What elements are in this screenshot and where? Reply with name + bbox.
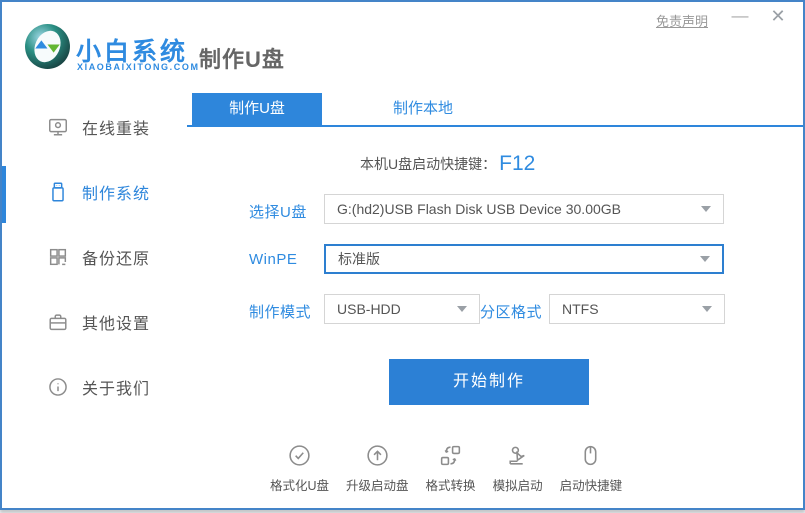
sidebar-item-label: 备份还原 [82, 251, 151, 268]
brand-domain: XIAOBAIXITONG.COM [77, 62, 200, 72]
chevron-down-icon [701, 206, 711, 212]
tool-format-convert[interactable]: 格式转换 [426, 443, 476, 494]
info-icon [47, 376, 69, 398]
sidebar-item-online-reinstall[interactable]: 在线重装 [2, 107, 187, 147]
tool-boot-hotkey[interactable]: 启动快捷键 [559, 443, 623, 494]
usb-drive-select[interactable]: G:(hd2)USB Flash Disk USB Device 30.00GB [324, 194, 724, 224]
sidebar-item-other-settings[interactable]: 其他设置 [2, 302, 187, 342]
tool-label: 升级启动盘 [346, 479, 409, 493]
partition-format-select[interactable]: NTFS [549, 294, 725, 324]
boot-hotkey-line: 本机U盘启动快捷键： F12 [360, 152, 535, 176]
sidebar-item-label: 其他设置 [82, 316, 151, 333]
boot-hotkey-value: F12 [499, 152, 536, 175]
tool-simulate-boot[interactable]: 模拟启动 [493, 443, 543, 494]
monitor-icon [47, 116, 69, 138]
sidebar-item-about-us[interactable]: 关于我们 [2, 367, 187, 407]
sidebar-item-label: 制作系统 [82, 186, 151, 203]
arrow-up-circle-icon [365, 443, 390, 468]
sidebar: 在线重装 制作系统 备份还原 其他设置 关于我们 [2, 107, 187, 432]
start-make-button[interactable]: 开始制作 [389, 359, 589, 405]
tab-underline [187, 125, 803, 127]
mode-select[interactable]: USB-HDD [324, 294, 480, 324]
tool-label: 启动快捷键 [559, 479, 623, 493]
toolbox-icon [47, 311, 69, 333]
tab-make-usb[interactable]: 制作U盘 [192, 93, 322, 125]
sidebar-item-label: 关于我们 [82, 381, 151, 398]
usb-drive-icon [47, 181, 69, 203]
tool-label: 格式转换 [425, 479, 476, 493]
winpe-select[interactable]: 标准版 [324, 244, 724, 274]
winpe-select-value: 标准版 [338, 251, 380, 267]
chevron-down-icon [702, 306, 712, 312]
sidebar-item-label: 在线重装 [82, 121, 151, 138]
tab-make-local[interactable]: 制作本地 [358, 93, 488, 125]
boot-hotkey-label: 本机U盘启动快捷键： [360, 156, 497, 172]
mode-select-label: 制作模式 [249, 304, 312, 321]
close-icon[interactable]: ✕ [767, 6, 789, 27]
partition-select-value: NTFS [562, 301, 599, 317]
winpe-select-label: WinPE [249, 251, 298, 268]
usb-select-label: 选择U盘 [249, 204, 307, 221]
tool-label: 格式化U盘 [270, 479, 330, 493]
chevron-down-icon [457, 306, 467, 312]
convert-icon [438, 443, 463, 468]
sidebar-item-make-system[interactable]: 制作系统 [2, 172, 187, 212]
tool-format-usb[interactable]: 格式化U盘 [270, 443, 329, 494]
page-title: 制作U盘 [199, 47, 285, 72]
minimize-icon[interactable]: — [729, 6, 751, 26]
disclaimer-link[interactable]: 免责声明 [656, 11, 708, 30]
backup-grid-icon [47, 246, 69, 268]
app-window: 免责声明 — ✕ 小白系统 XIAOBAIXITONG.COM 制作U盘 在线重… [0, 0, 805, 510]
check-circle-icon [287, 443, 312, 468]
brand-logo-icon [24, 23, 71, 70]
partition-select-label: 分区格式 [480, 304, 543, 321]
tool-upgrade-boot-disk[interactable]: 升级启动盘 [346, 443, 409, 494]
mode-select-value: USB-HDD [337, 301, 401, 317]
sidebar-item-backup-restore[interactable]: 备份还原 [2, 237, 187, 277]
footer-toolbar: 格式化U盘 升级启动盘 格式转换 模拟启动 启动快捷键 [270, 443, 622, 494]
chevron-down-icon [700, 256, 710, 262]
usb-drive-select-value: G:(hd2)USB Flash Disk USB Device 30.00GB [337, 201, 621, 217]
tool-label: 模拟启动 [492, 479, 543, 493]
mouse-icon [578, 443, 603, 468]
stamp-icon [505, 443, 530, 468]
